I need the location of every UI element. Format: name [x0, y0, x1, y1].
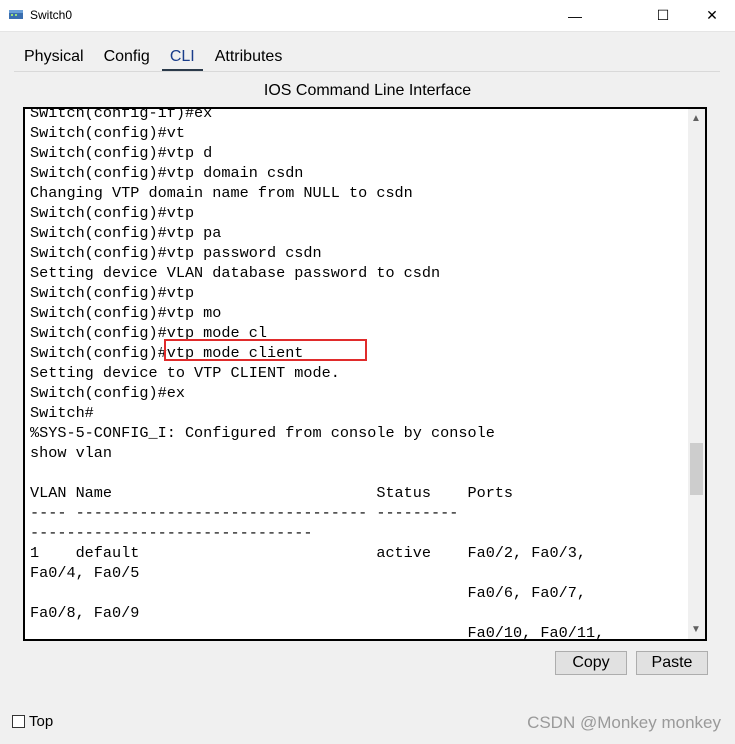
cli-line — [30, 463, 604, 483]
cli-line: Setting device to VTP CLIENT mode. — [30, 364, 340, 382]
cli-line: show vlan — [30, 444, 113, 462]
tab-label: Config — [103, 48, 150, 65]
window-title: Switch0 — [30, 8, 73, 22]
cli-line: %SYS-5-CONFIG_I: Configured from console… — [30, 424, 495, 442]
highlight-box — [164, 339, 367, 361]
scroll-down-icon[interactable]: ▼ — [691, 624, 701, 635]
minimize-button[interactable]: — — [552, 0, 598, 31]
minimize-icon: — — [568, 7, 582, 24]
cli-line: Changing VTP domain name from NULL to cs… — [30, 184, 413, 202]
maximize-button[interactable]: ☐ — [640, 0, 686, 31]
scroll-thumb[interactable] — [690, 443, 703, 495]
cli-line: Switch(config-if)#ex — [30, 107, 213, 122]
paste-button[interactable]: Paste — [636, 651, 708, 675]
cli-line: Switch(config)#vtp — [30, 204, 195, 222]
panel-title: IOS Command Line Interface — [263, 82, 472, 99]
tab-divider — [14, 71, 720, 72]
tab-bar: Physical Config CLI Attributes — [14, 42, 292, 72]
tab-label: Physical — [24, 48, 84, 65]
tab-attributes[interactable]: Attributes — [205, 42, 293, 72]
cli-line: ---- -------------------------------- --… — [30, 504, 459, 522]
cli-line: Fa0/8, Fa0/9 — [30, 604, 140, 622]
cli-line: Switch(config)#vtp — [30, 284, 195, 302]
cli-line: Switch(config)#vtp d — [30, 144, 213, 162]
close-icon: ✕ — [706, 7, 718, 23]
cli-line: Switch(config)#vtp domain csdn — [30, 164, 304, 182]
cli-line: Switch(config)#vtp password csdn — [30, 244, 322, 262]
copy-button[interactable]: Copy — [555, 651, 627, 675]
cli-line: Switch(config)#vt — [30, 124, 185, 142]
maximize-icon: ☐ — [656, 7, 670, 23]
cli-line: VLAN Name Status Ports — [30, 484, 514, 502]
tab-physical[interactable]: Physical — [14, 42, 94, 72]
cli-console[interactable]: Switch(config-if)#ex Switch(config)#vt Swi… — [23, 107, 707, 641]
switch-app-icon — [9, 10, 23, 19]
checkbox-icon[interactable] — [12, 715, 25, 728]
cli-line: Fa0/4, Fa0/5 — [30, 564, 140, 582]
cli-line: Switch(config)#ex — [30, 384, 185, 402]
tab-label: CLI — [169, 48, 195, 65]
cli-scrollbar[interactable]: ▲ ▼ — [688, 109, 705, 639]
cli-line: ------------------------------- — [30, 524, 313, 542]
cli-line: Switch(config)#vtp mo — [30, 304, 222, 322]
top-checkbox[interactable]: Top — [12, 713, 53, 730]
cli-line: Setting device VLAN database password to… — [30, 264, 441, 282]
tab-label: Attributes — [214, 48, 283, 65]
cli-line: Switch# — [30, 404, 94, 422]
cli-line: Fa0/6, Fa0/7, — [30, 584, 586, 602]
watermark: CSDN @Monkey monkey — [527, 713, 721, 732]
top-checkbox-label: Top — [29, 713, 54, 730]
tab-config[interactable]: Config — [94, 42, 160, 72]
cli-line: Switch(config)#vtp pa — [30, 224, 222, 242]
close-button[interactable]: ✕ — [689, 0, 735, 31]
scroll-up-icon[interactable]: ▲ — [691, 113, 701, 124]
title-bar: Switch0 — ☐ ✕ — [0, 0, 735, 32]
cli-line: Fa0/10, Fa0/11, — [30, 624, 605, 641]
tab-cli[interactable]: CLI — [160, 42, 205, 72]
cli-line: 1 default active Fa0/2, Fa0/3, — [30, 544, 586, 562]
cli-output: Switch(config-if)#ex Switch(config)#vt Swi… — [30, 107, 605, 641]
